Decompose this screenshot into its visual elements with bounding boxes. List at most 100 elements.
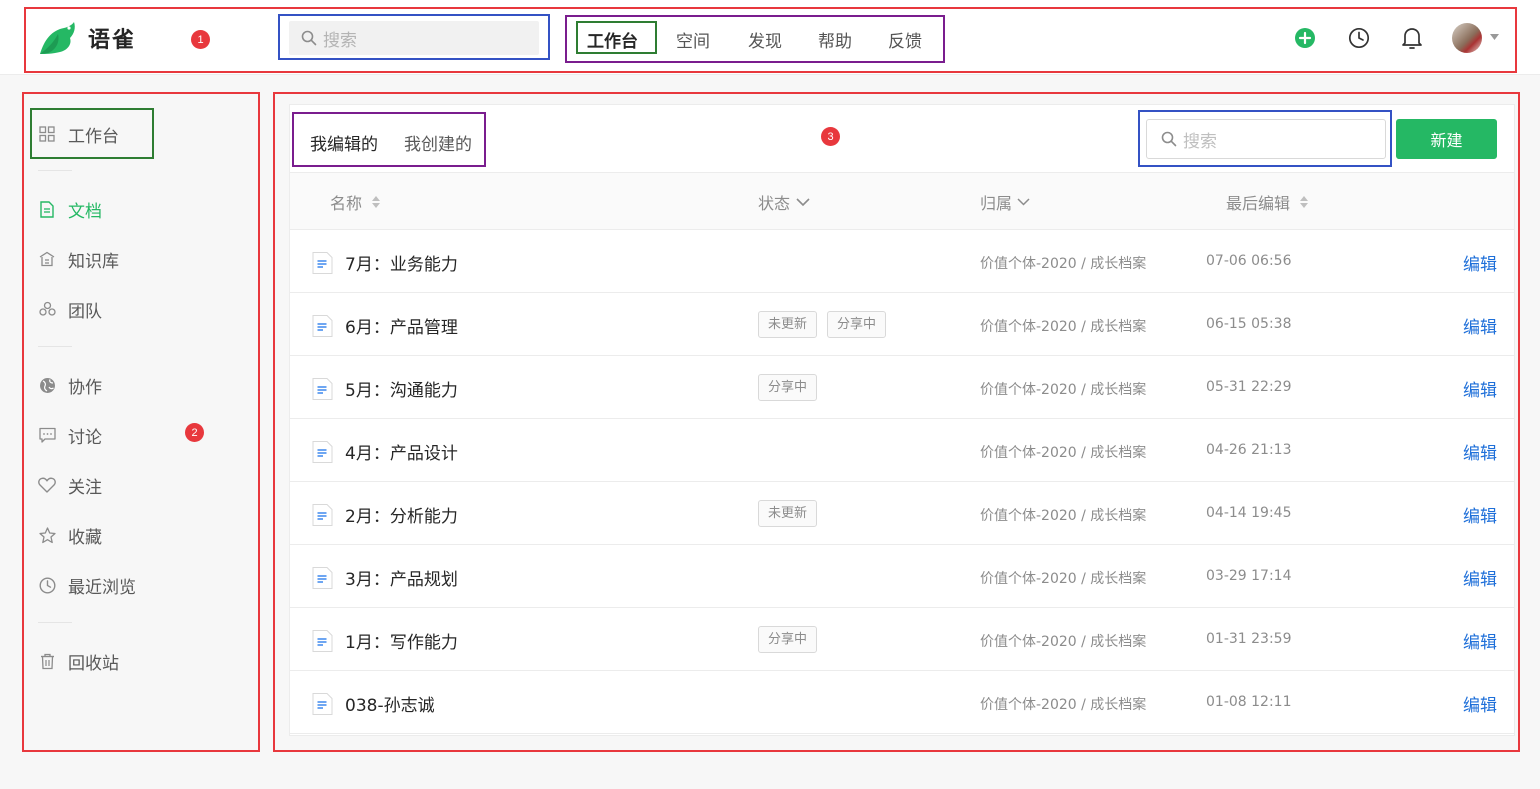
- tab-my-edited[interactable]: 我编辑的: [310, 130, 378, 155]
- document-belong: 价值个体-2020 / 成长档案: [980, 634, 1147, 650]
- sidebar-item-label: 知识库: [68, 251, 119, 272]
- sidebar-item-follow[interactable]: 关注: [38, 471, 102, 499]
- bell-icon[interactable]: [1401, 26, 1423, 50]
- document-title[interactable]: 3月：产品规划: [345, 565, 458, 590]
- main-search-input[interactable]: 搜索: [1146, 119, 1386, 159]
- annotation-badge-2: 2: [185, 423, 204, 442]
- sidebar-item-collaborate[interactable]: 协作: [38, 371, 102, 399]
- sidebar-item-label: 关注: [68, 477, 102, 498]
- plus-circle-icon[interactable]: [1294, 27, 1316, 49]
- column-belong-label: 归属: [980, 194, 1013, 213]
- avatar[interactable]: [1452, 23, 1482, 53]
- column-name-label: 名称: [330, 194, 363, 213]
- logo[interactable]: 语雀: [38, 20, 136, 56]
- document-title[interactable]: 6月：产品管理: [345, 313, 458, 338]
- sort-icon: [372, 196, 381, 208]
- sidebar-item-recent[interactable]: 最近浏览: [38, 571, 136, 599]
- new-button[interactable]: 新建: [1396, 119, 1497, 159]
- document-belong: 价值个体-2020 / 成长档案: [980, 256, 1147, 272]
- bird-logo-icon: [40, 22, 75, 54]
- sidebar-item-team[interactable]: 团队: [38, 295, 102, 323]
- column-name[interactable]: 名称: [330, 190, 381, 214]
- document-belong: 价值个体-2020 / 成长档案: [980, 697, 1147, 713]
- document-title[interactable]: 038-孙志诚: [345, 691, 435, 716]
- search-icon: [1161, 131, 1177, 147]
- edit-link[interactable]: 编辑: [1463, 376, 1497, 401]
- edit-link[interactable]: 编辑: [1463, 502, 1497, 527]
- document-title[interactable]: 2月：分析能力: [345, 502, 458, 527]
- document-icon: [38, 200, 56, 218]
- clock-icon[interactable]: [1348, 27, 1370, 49]
- status-badge: 分享中: [758, 374, 818, 401]
- chat-icon: [38, 426, 56, 444]
- annotation-badge-3: 3: [821, 127, 840, 146]
- last-edit-time: 06-15 05:38: [1206, 316, 1292, 332]
- chevron-down-icon: [796, 197, 810, 206]
- globe-icon: [38, 376, 56, 394]
- edit-link[interactable]: 编辑: [1463, 250, 1497, 275]
- sort-icon: [1300, 196, 1309, 208]
- heart-icon: [38, 476, 56, 494]
- last-edit-time: 01-31 23:59: [1206, 631, 1292, 647]
- annotation-badge-1: 1: [191, 30, 210, 49]
- search-icon: [301, 30, 317, 46]
- edit-link[interactable]: 编辑: [1463, 565, 1497, 590]
- column-last-edit[interactable]: 最后编辑: [1226, 190, 1309, 214]
- table-row[interactable]: 038-孙志诚 价值个体-2020 / 成长档案 01-08 12:11 编辑: [290, 671, 1514, 734]
- sidebar-item-workbench[interactable]: 工作台: [38, 120, 119, 148]
- document-file-icon: [310, 377, 334, 405]
- grid-icon: [38, 125, 56, 143]
- nav-tab-discover[interactable]: 发现: [748, 27, 782, 52]
- status-badge: 未更新: [758, 311, 818, 338]
- column-status[interactable]: 状态: [758, 190, 810, 214]
- column-last-edit-label: 最后编辑: [1226, 194, 1291, 213]
- status-tags: 分享中: [758, 626, 818, 653]
- sidebar: 工作台 文档 知识库 团队 协作 讨论 关注 收藏 最近浏览 回收站: [22, 92, 260, 752]
- edit-link[interactable]: 编辑: [1463, 691, 1497, 716]
- status-badge: 分享中: [758, 626, 818, 653]
- table-row[interactable]: 7月：业务能力 价值个体-2020 / 成长档案 07-06 06:56 编辑: [290, 230, 1514, 293]
- caret-down-icon[interactable]: [1490, 34, 1499, 40]
- document-title[interactable]: 1月：写作能力: [345, 628, 458, 653]
- table-row[interactable]: 3月：产品规划 价值个体-2020 / 成长档案 03-29 17:14 编辑: [290, 545, 1514, 608]
- sidebar-item-trash[interactable]: 回收站: [38, 647, 119, 675]
- nav-tab-workbench[interactable]: 工作台: [587, 27, 638, 52]
- library-icon: [38, 250, 56, 268]
- nav-tab-space[interactable]: 空间: [676, 27, 710, 52]
- table-header: [290, 172, 1514, 230]
- trash-icon: [38, 652, 56, 670]
- status-badge: 分享中: [827, 311, 887, 338]
- last-edit-time: 03-29 17:14: [1206, 568, 1292, 584]
- team-icon: [38, 300, 56, 318]
- nav-tab-feedback[interactable]: 反馈: [888, 27, 922, 52]
- star-icon: [38, 526, 56, 544]
- table-row[interactable]: 6月：产品管理 未更新 分享中 价值个体-2020 / 成长档案 06-15 05:38…: [290, 293, 1514, 356]
- tab-my-created[interactable]: 我创建的: [404, 130, 472, 155]
- edit-link[interactable]: 编辑: [1463, 628, 1497, 653]
- sidebar-item-library[interactable]: 知识库: [38, 245, 119, 273]
- sidebar-item-label: 工作台: [68, 126, 119, 147]
- sidebar-item-docs[interactable]: 文档: [38, 195, 102, 223]
- document-title[interactable]: 5月：沟通能力: [345, 376, 458, 401]
- sidebar-item-discussion[interactable]: 讨论: [38, 421, 102, 449]
- top-search-input[interactable]: 搜索: [289, 21, 539, 55]
- document-belong: 价值个体-2020 / 成长档案: [980, 571, 1147, 587]
- nav-tab-help[interactable]: 帮助: [818, 27, 852, 52]
- top-search-placeholder: 搜索: [323, 30, 357, 51]
- last-edit-time: 04-14 19:45: [1206, 505, 1292, 521]
- document-title[interactable]: 4月：产品设计: [345, 439, 458, 464]
- table-row[interactable]: 1月：写作能力 分享中 价值个体-2020 / 成长档案 01-31 23:59 编辑: [290, 608, 1514, 671]
- status-tags: 未更新: [758, 500, 818, 527]
- sidebar-divider: [38, 622, 72, 623]
- document-title[interactable]: 7月：业务能力: [345, 250, 458, 275]
- clock-icon: [38, 576, 56, 594]
- document-belong: 价值个体-2020 / 成长档案: [980, 382, 1147, 398]
- edit-link[interactable]: 编辑: [1463, 439, 1497, 464]
- sidebar-item-label: 最近浏览: [68, 577, 136, 598]
- column-belong[interactable]: 归属: [980, 190, 1030, 214]
- table-row[interactable]: 2月：分析能力 未更新 价值个体-2020 / 成长档案 04-14 19:45 编辑: [290, 482, 1514, 545]
- edit-link[interactable]: 编辑: [1463, 313, 1497, 338]
- table-row[interactable]: 4月：产品设计 价值个体-2020 / 成长档案 04-26 21:13 编辑: [290, 419, 1514, 482]
- sidebar-item-favorites[interactable]: 收藏: [38, 521, 102, 549]
- table-row[interactable]: 5月：沟通能力 分享中 价值个体-2020 / 成长档案 05-31 22:29 编辑: [290, 356, 1514, 419]
